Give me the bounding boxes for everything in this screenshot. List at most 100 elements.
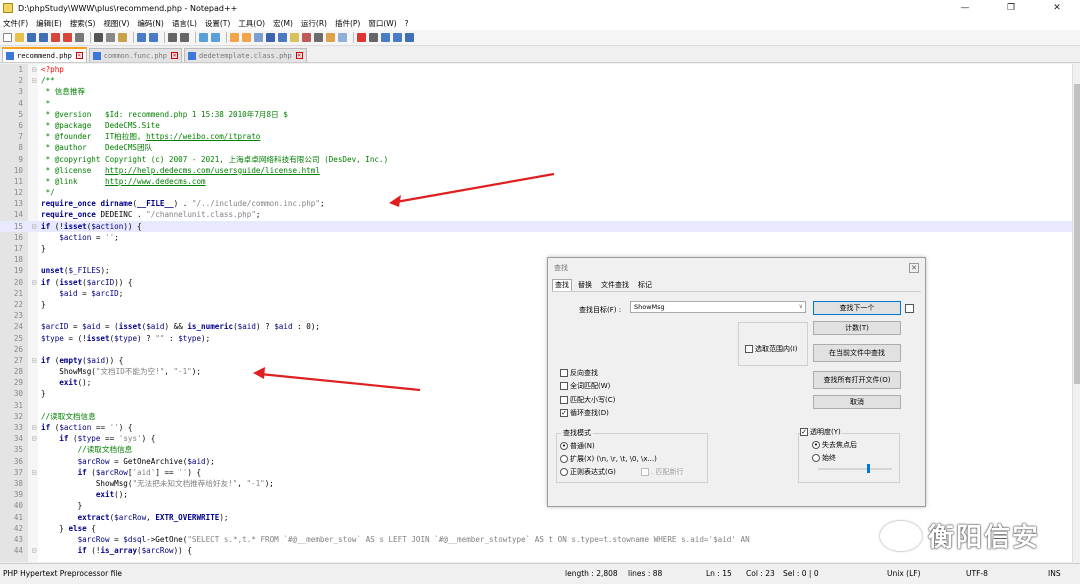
- menu-macro[interactable]: 宏(M): [273, 18, 293, 29]
- find-next-button[interactable]: 查找下一个: [813, 301, 901, 315]
- wrap-around-checkbox[interactable]: ✓ 循环查找(D): [560, 408, 609, 418]
- menu-search[interactable]: 搜索(S): [70, 18, 96, 29]
- cut-icon[interactable]: [94, 33, 103, 42]
- checkbox-box[interactable]: ✓: [560, 409, 568, 417]
- tab-dedetemplate-class-php[interactable]: dedetemplate.class.php ×: [184, 48, 307, 62]
- maximize-button[interactable]: ❐: [988, 0, 1034, 16]
- code-line[interactable]: 7 * @founder IT柏拉图, https://weibo.com/it…: [0, 131, 1080, 142]
- match-case-checkbox[interactable]: 匹配大小写(C): [560, 395, 615, 405]
- checkbox-box[interactable]: [560, 382, 568, 390]
- code-line[interactable]: 1 ⊟ <?php: [0, 64, 1080, 75]
- save-all-icon[interactable]: [39, 33, 48, 42]
- chevron-down-icon[interactable]: ∨: [799, 302, 803, 312]
- sync-horizontal-icon[interactable]: [242, 33, 251, 42]
- play-macro-icon[interactable]: [381, 33, 390, 42]
- code-line[interactable]: 10 * @license http://help.dedecms.com/us…: [0, 165, 1080, 176]
- code-line[interactable]: 14 require_once DEDEINC . "/channelunit.c…: [0, 209, 1080, 220]
- code-line[interactable]: 5 * @version $Id: recommend.php 1 15:38 …: [0, 109, 1080, 120]
- minimize-button[interactable]: —: [942, 0, 988, 16]
- status-ins-mode[interactable]: INS: [1048, 569, 1061, 578]
- new-file-icon[interactable]: [3, 33, 12, 42]
- zoom-out-icon[interactable]: [211, 33, 220, 42]
- slider-thumb[interactable]: [867, 464, 870, 473]
- save-macro-icon[interactable]: [405, 33, 414, 42]
- code-line[interactable]: 16 $action = '';: [0, 232, 1080, 243]
- menu-run[interactable]: 运行(R): [301, 18, 327, 29]
- transparency-checkbox[interactable]: ✓ 透明度(Y): [800, 427, 841, 437]
- code-line[interactable]: 12 */: [0, 187, 1080, 198]
- menu-language[interactable]: 语言(L): [172, 18, 197, 29]
- play-multiple-icon[interactable]: [393, 33, 402, 42]
- tab-common-func-php[interactable]: common.func.php ×: [88, 48, 183, 62]
- zoom-in-icon[interactable]: [199, 33, 208, 42]
- transparency-always-radio[interactable]: 始终: [812, 453, 836, 463]
- find-all-in-current-button[interactable]: 在当前文件中查找: [813, 344, 901, 362]
- radio-dot[interactable]: •: [560, 442, 568, 450]
- tab-replace[interactable]: 替换: [575, 279, 595, 291]
- function-list-icon[interactable]: [314, 33, 323, 42]
- menu-file[interactable]: 文件(F): [3, 18, 28, 29]
- radio-dot[interactable]: [560, 455, 568, 463]
- close-tab-icon[interactable]: ×: [171, 52, 179, 59]
- menu-edit[interactable]: 编辑(E): [36, 18, 62, 29]
- user-language-icon[interactable]: [290, 33, 299, 42]
- search-mode-extended-radio[interactable]: 扩展(X) (\n, \r, \t, \0, \x...): [560, 454, 657, 464]
- transparency-on-losing-focus-radio[interactable]: • 失去焦点后: [812, 440, 857, 450]
- code-line[interactable]: 13 require_once dirname(__FILE__) . "/../…: [0, 198, 1080, 209]
- tab-recommend-php[interactable]: recommend.php ×: [2, 47, 87, 62]
- transparency-slider[interactable]: [818, 464, 892, 473]
- doc-map-icon[interactable]: [302, 33, 311, 42]
- scrollbar-thumb[interactable]: [1074, 84, 1080, 384]
- fold-marker-icon[interactable]: ⊟: [30, 467, 38, 478]
- tab-find-in-files[interactable]: 文件查找: [598, 279, 632, 291]
- close-all-icon[interactable]: [63, 33, 72, 42]
- close-file-icon[interactable]: [51, 33, 60, 42]
- paste-icon[interactable]: [118, 33, 127, 42]
- tab-mark[interactable]: 标记: [635, 279, 655, 291]
- code-line[interactable]: 15 ⊟ if (!isset($action)) {: [0, 220, 1080, 232]
- menu-view[interactable]: 视图(V): [103, 18, 129, 29]
- checkbox-box[interactable]: ✓: [800, 428, 808, 436]
- record-macro-icon[interactable]: [357, 33, 366, 42]
- search-mode-normal-radio[interactable]: • 普通(N): [560, 441, 595, 451]
- show-all-chars-icon[interactable]: [266, 33, 275, 42]
- folder-workspace-icon[interactable]: [326, 33, 335, 42]
- status-encoding[interactable]: UTF-8: [966, 569, 988, 578]
- tab-find[interactable]: 查找: [552, 279, 572, 291]
- count-button[interactable]: 计数(T): [813, 321, 901, 335]
- vertical-scrollbar[interactable]: [1072, 64, 1080, 562]
- fold-marker-icon[interactable]: ⊟: [30, 355, 38, 366]
- word-wrap-icon[interactable]: [254, 33, 263, 42]
- close-button[interactable]: ✕: [1034, 0, 1080, 16]
- fold-marker-icon[interactable]: ⊟: [30, 221, 38, 232]
- code-line[interactable]: 8 * @author DedeCMS团队: [0, 142, 1080, 153]
- match-whole-word-checkbox[interactable]: 全词匹配(W): [560, 381, 610, 391]
- fold-marker-icon[interactable]: ⊟: [30, 433, 38, 444]
- find-what-input[interactable]: ShowMsg ∨: [630, 301, 806, 313]
- code-line[interactable]: 4 *: [0, 98, 1080, 109]
- close-tab-icon[interactable]: ×: [295, 52, 303, 59]
- dot-matches-newline-checkbox[interactable]: . 匹配新行: [641, 467, 683, 477]
- monitoring-icon[interactable]: [338, 33, 347, 42]
- sync-vertical-icon[interactable]: [230, 33, 239, 42]
- find-dialog-close-button[interactable]: ✕: [909, 263, 919, 273]
- fold-marker-icon[interactable]: ⊟: [30, 545, 38, 556]
- indent-guide-icon[interactable]: [278, 33, 287, 42]
- open-file-icon[interactable]: [15, 33, 24, 42]
- fold-marker-icon[interactable]: ⊟: [30, 64, 38, 75]
- menu-plugins[interactable]: 插件(P): [335, 18, 360, 29]
- radio-dot[interactable]: [812, 454, 820, 462]
- checkbox-box[interactable]: [560, 396, 568, 404]
- menu-encoding[interactable]: 编码(N): [137, 18, 163, 29]
- redo-icon[interactable]: [149, 33, 158, 42]
- checkbox-box[interactable]: [745, 345, 753, 353]
- undo-icon[interactable]: [137, 33, 146, 42]
- backward-direction-checkbox[interactable]: 反向查找: [560, 368, 598, 378]
- menu-help[interactable]: ?: [405, 19, 409, 28]
- menu-tools[interactable]: 工具(O): [238, 18, 265, 29]
- fold-marker-icon[interactable]: ⊟: [30, 75, 38, 86]
- code-line[interactable]: 2 ⊟/**: [0, 75, 1080, 86]
- in-selection-checkbox[interactable]: 选取范围内(I): [745, 344, 798, 354]
- fold-marker-icon[interactable]: ⊟: [30, 277, 38, 288]
- print-icon[interactable]: [75, 33, 84, 42]
